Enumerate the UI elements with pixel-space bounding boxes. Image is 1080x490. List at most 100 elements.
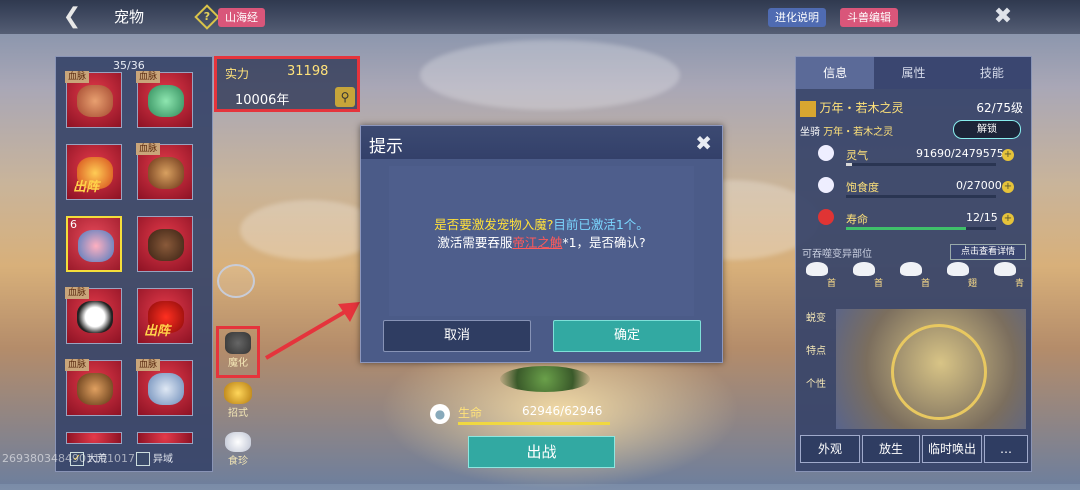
pet-slot-1[interactable]: 血脉 — [65, 71, 122, 128]
pet-model — [500, 366, 590, 392]
unlock-toggle[interactable]: 解锁 — [953, 120, 1021, 139]
pet-portrait — [148, 373, 184, 405]
pet-slot-12[interactable] — [137, 432, 193, 444]
pet-slot-11[interactable] — [66, 432, 122, 444]
mutation-parts: 首 首 首 翅 青 — [804, 262, 1024, 290]
part-slot-1[interactable]: 首 — [804, 262, 836, 290]
pet-slot-5-selected[interactable]: 6 — [66, 216, 122, 272]
pet-slot-4[interactable]: 血脉 — [136, 143, 193, 200]
deploy-button[interactable]: 出战 — [468, 436, 615, 468]
pet-slot-7[interactable]: 血脉 — [65, 287, 122, 344]
pet-slot-8[interactable]: 出阵 — [137, 288, 193, 344]
moves-button[interactable]: 招式 — [218, 382, 258, 419]
pet-portrait — [148, 85, 184, 117]
pet-slot-9[interactable]: 血脉 — [65, 359, 122, 416]
back-arrow-icon[interactable]: ❮ — [58, 4, 86, 30]
bloodline-tag: 血脉 — [136, 143, 161, 155]
pet-portrait — [77, 373, 113, 405]
add-satiety-icon[interactable]: + — [1002, 181, 1014, 193]
side-tab-molt[interactable]: 蜕变 — [800, 309, 832, 324]
part-slot-4[interactable]: 翅 — [945, 262, 977, 290]
life-row: ● 生命 62946/62946 — [430, 404, 610, 428]
water-drop-icon: ● — [430, 404, 450, 424]
close-icon[interactable]: ✖ — [990, 4, 1016, 30]
ring-icon[interactable] — [216, 264, 256, 298]
pet-portrait — [148, 157, 184, 189]
add-lifespan-icon[interactable]: + — [1002, 213, 1014, 225]
detail-button[interactable]: 点击查看详情 — [950, 244, 1026, 260]
dialog-body: 是否要激发宠物入魔?目前已激活1个。 激活需要吞服帝江之触*1，是否确认? — [389, 166, 694, 316]
pet-level: 62/75级 — [976, 101, 1023, 115]
more-button[interactable]: … — [984, 435, 1028, 463]
evolve-info-button[interactable]: 进化说明 — [768, 8, 826, 27]
pet-slot-2[interactable]: 血脉 — [136, 71, 193, 128]
release-button[interactable]: 放生 — [862, 435, 920, 463]
power-label: 实力 — [225, 67, 250, 81]
part-slot-2[interactable]: 首 — [851, 262, 883, 290]
dialog-message: 是否要激发宠物入魔?目前已激活1个。 激活需要吞服帝江之触*1，是否确认? — [389, 216, 694, 252]
pet-name-row: 万年・若木之灵 62/75级 — [800, 99, 1025, 117]
satiety-value: 0/27000 — [956, 179, 1002, 192]
lingqi-value: 91690/2479575 — [916, 147, 1004, 160]
side-tab-personality[interactable]: 个性 — [800, 375, 832, 390]
bloodline-tag: 血脉 — [65, 71, 90, 83]
satiety-bar — [846, 195, 996, 198]
bloodline-tag: 血脉 — [136, 359, 161, 371]
food-icon — [225, 432, 251, 452]
tab-attributes[interactable]: 属性 — [874, 57, 953, 89]
battle-editor-button[interactable]: 斗兽编辑 — [840, 8, 898, 27]
item-link[interactable]: 帝江之触 — [512, 235, 562, 250]
dialog-header: 提示 ✖ — [361, 126, 722, 159]
part-slot-3[interactable]: 首 — [898, 262, 930, 290]
pet-slot-10[interactable]: 血脉 — [136, 359, 193, 416]
tab-skills[interactable]: 技能 — [952, 57, 1031, 89]
dialog-title: 提示 — [369, 137, 403, 157]
pet-portrait — [77, 301, 113, 333]
top-bar — [0, 0, 1080, 34]
message-active-count: 目前已激活1个。 — [553, 217, 649, 232]
shanhai-button[interactable]: 山海经 — [218, 8, 265, 27]
close-icon[interactable]: ✖ — [695, 131, 712, 155]
heart-icon — [818, 209, 834, 225]
lingqi-bar — [846, 163, 996, 166]
lifespan-bar — [846, 227, 996, 230]
filter-label: 异域 — [153, 454, 173, 465]
add-lingqi-icon[interactable]: + — [1002, 149, 1014, 161]
bloodline-tag: 血脉 — [136, 71, 161, 83]
confirm-button[interactable]: 确定 — [553, 320, 701, 352]
pet-slot-6[interactable] — [137, 216, 193, 272]
panel-tabs: 信息 属性 技能 — [796, 57, 1031, 89]
emblem-display — [836, 309, 1026, 429]
demonize-button[interactable]: 魔化 — [216, 326, 260, 378]
cancel-button[interactable]: 取消 — [383, 320, 531, 352]
demonize-label: 魔化 — [228, 358, 248, 369]
tab-info[interactable]: 信息 — [796, 57, 875, 89]
red-arrow-annotation — [264, 302, 360, 360]
checkbox-icon — [136, 452, 150, 466]
summon-button[interactable]: 临时唤出 — [922, 435, 982, 463]
lifespan-value: 12/15 — [966, 211, 998, 224]
life-bar — [458, 422, 610, 425]
food-label: 食珍 — [228, 456, 248, 467]
search-icon[interactable]: ⚲ — [335, 87, 355, 107]
head-icon — [806, 262, 828, 276]
side-tab-list: 蜕变 特点 个性 — [800, 309, 832, 390]
head-icon — [853, 262, 875, 276]
part-slot-5[interactable]: 青 — [992, 262, 1024, 290]
fox-head-icon — [224, 382, 252, 404]
appearance-button[interactable]: 外观 — [800, 435, 860, 463]
pet-portrait — [78, 230, 114, 262]
part-label: 首 — [873, 279, 883, 289]
filter-yiyu[interactable]: 异域 — [136, 450, 173, 466]
head-icon — [900, 262, 922, 276]
part-label: 首 — [920, 279, 930, 289]
lifespan-label: 寿命 — [846, 213, 868, 226]
bloodline-tag: 血脉 — [65, 287, 90, 299]
emblem-ring-icon — [891, 324, 987, 420]
side-tab-traits[interactable]: 特点 — [800, 342, 832, 357]
selected-badge: 6 — [70, 218, 77, 231]
pet-slot-3[interactable]: 出阵 — [66, 144, 122, 200]
food-button[interactable]: 食珍 — [218, 432, 258, 467]
pet-age: 10006年 — [235, 93, 290, 108]
mount-name: 万年・若木之灵 — [823, 127, 894, 138]
